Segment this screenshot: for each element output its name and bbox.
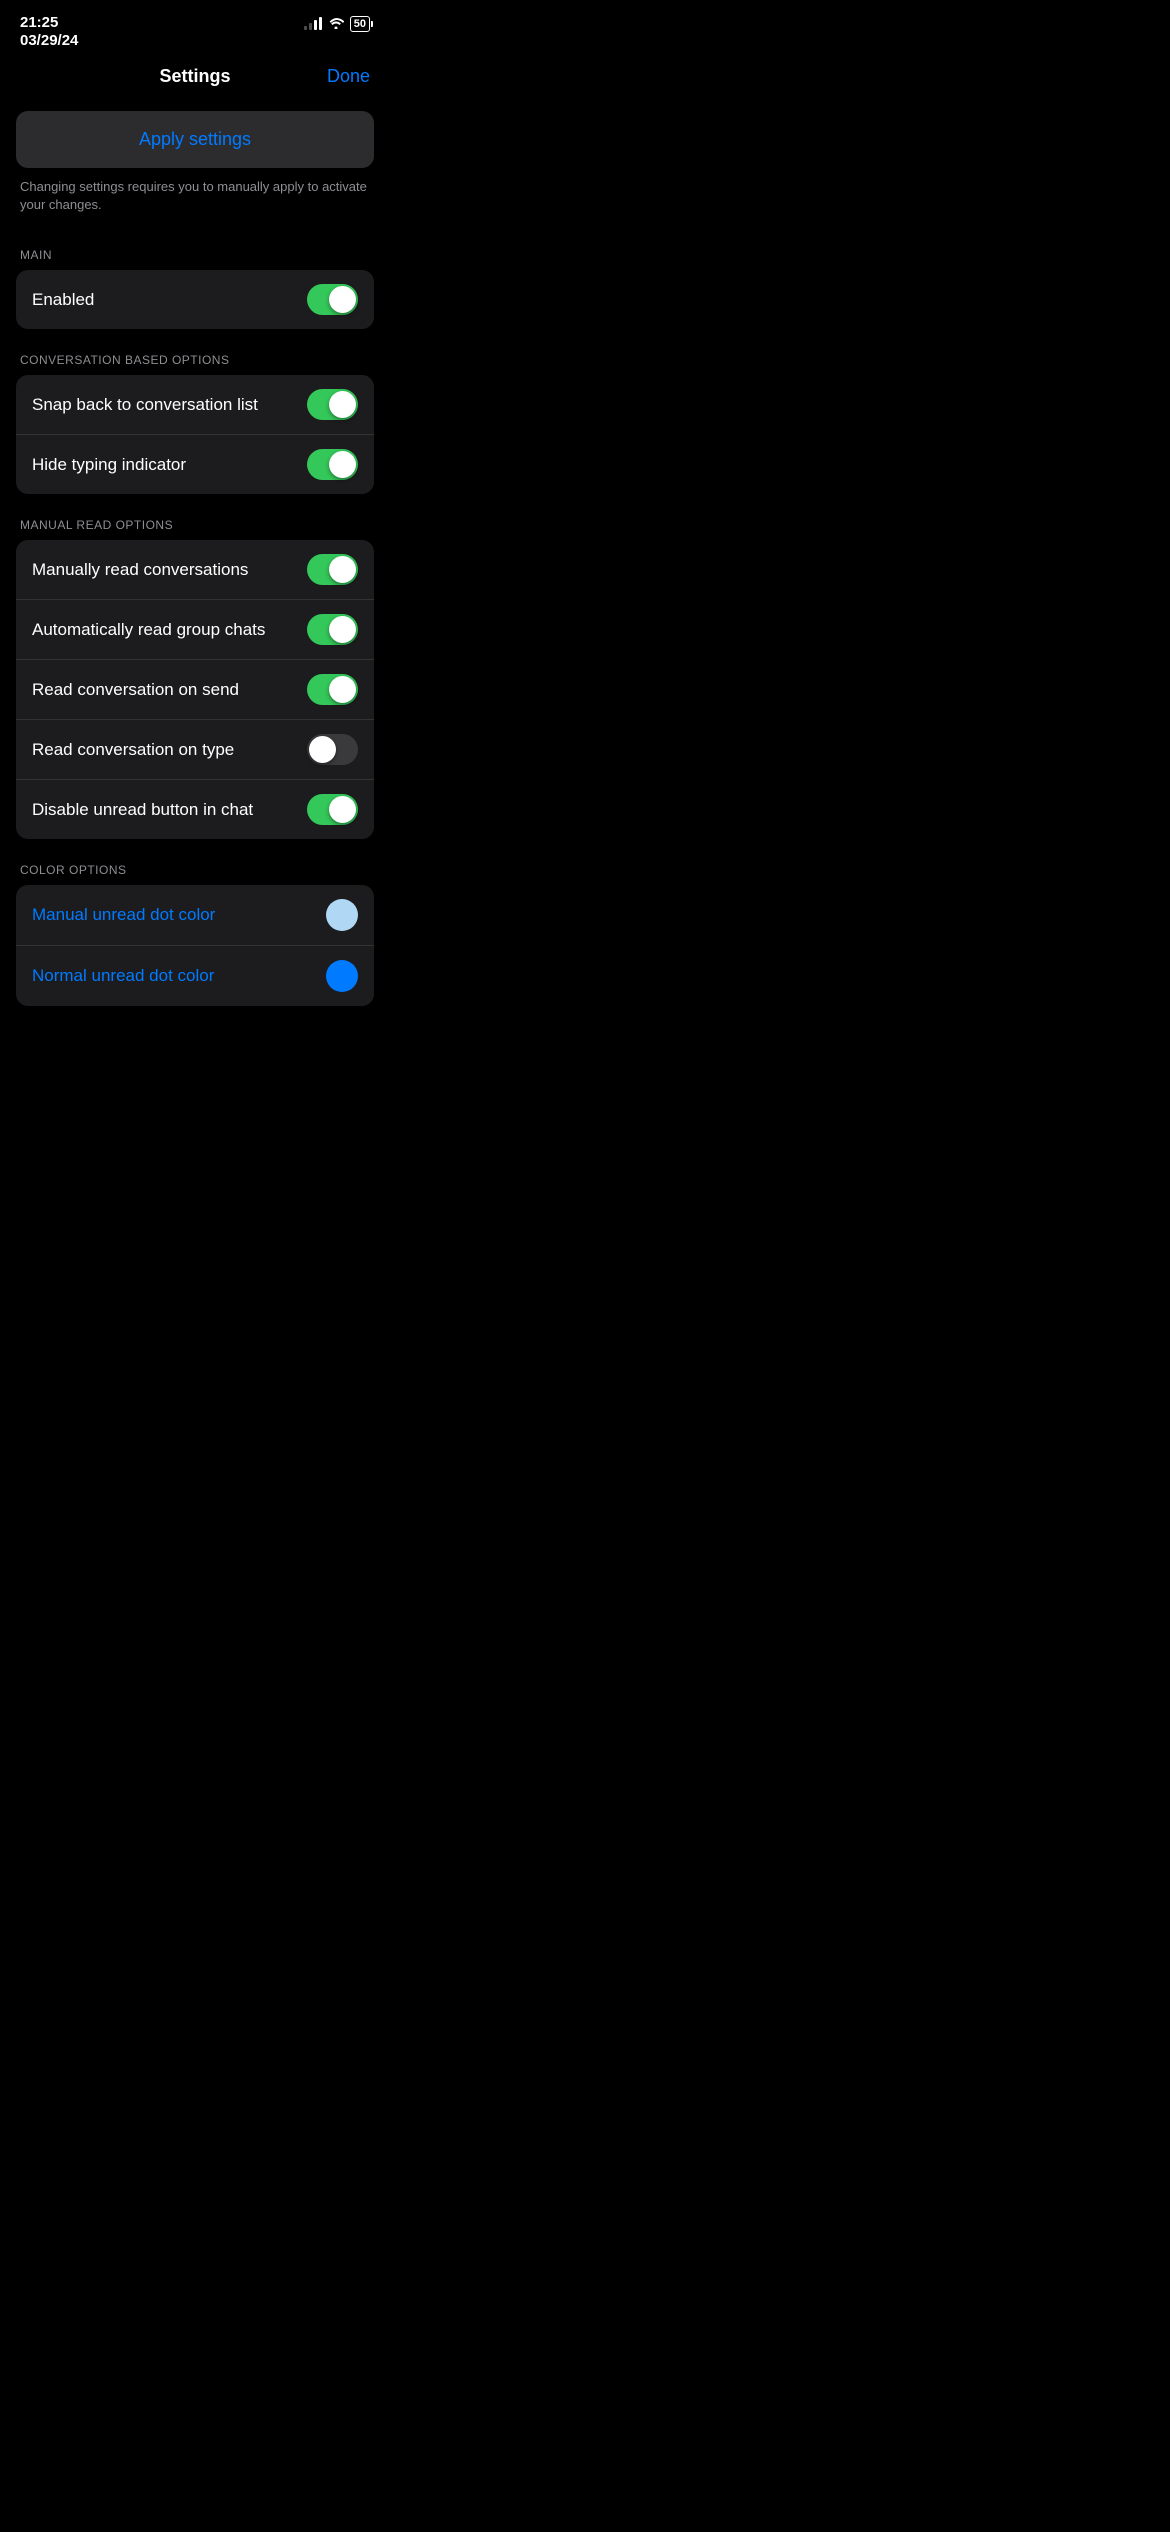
- row-label-normal-dot-color: Normal unread dot color: [32, 966, 214, 986]
- settings-row-hide-typing[interactable]: Hide typing indicator: [16, 435, 374, 494]
- settings-row-read-type[interactable]: Read conversation on type: [16, 720, 374, 780]
- battery-level: 50: [350, 16, 370, 32]
- toggle-knob-hide-typing: [329, 451, 356, 478]
- apply-description: Changing settings requires you to manual…: [16, 178, 374, 214]
- toggle-disable-unread[interactable]: [307, 794, 358, 825]
- settings-row-manual-dot-color[interactable]: Manual unread dot color: [16, 885, 374, 946]
- row-label-manually-read: Manually read conversations: [32, 560, 248, 580]
- section-label-0: MAIN: [16, 248, 374, 262]
- settings-group-1: Snap back to conversation list Hide typin…: [16, 375, 374, 494]
- settings-group-3: Manual unread dot color Normal unread dot…: [16, 885, 374, 1006]
- toggle-hide-typing[interactable]: [307, 449, 358, 480]
- toggle-knob-enabled: [329, 286, 356, 313]
- nav-bar: Settings Done: [0, 56, 390, 101]
- status-bar: 21:25 03/29/24 50: [0, 0, 390, 56]
- toggle-read-type[interactable]: [307, 734, 358, 765]
- toggle-knob-read-type: [309, 736, 336, 763]
- color-dot-normal-dot-color[interactable]: [326, 960, 358, 992]
- settings-row-manually-read[interactable]: Manually read conversations: [16, 540, 374, 600]
- toggle-knob-read-send: [329, 676, 356, 703]
- row-label-read-type: Read conversation on type: [32, 740, 234, 760]
- signal-icon: [304, 18, 322, 30]
- status-icons: 50: [304, 14, 370, 32]
- row-label-hide-typing: Hide typing indicator: [32, 455, 186, 475]
- color-dot-manual-dot-color[interactable]: [326, 899, 358, 931]
- toggle-auto-group[interactable]: [307, 614, 358, 645]
- row-label-manual-dot-color: Manual unread dot color: [32, 905, 215, 925]
- section-label-1: CONVERSATION BASED OPTIONS: [16, 353, 374, 367]
- time: 21:25: [20, 14, 78, 32]
- page-title: Settings: [159, 66, 230, 87]
- battery-icon: 50: [350, 16, 370, 32]
- date: 03/29/24: [20, 32, 78, 50]
- toggle-knob-auto-group: [329, 616, 356, 643]
- toggle-enabled[interactable]: [307, 284, 358, 315]
- toggle-read-send[interactable]: [307, 674, 358, 705]
- status-time-block: 21:25 03/29/24: [20, 14, 78, 50]
- done-button[interactable]: Done: [327, 66, 370, 87]
- row-label-read-send: Read conversation on send: [32, 680, 239, 700]
- section-label-3: COLOR OPTIONS: [16, 863, 374, 877]
- row-label-enabled: Enabled: [32, 290, 94, 310]
- section-label-2: MANUAL READ OPTIONS: [16, 518, 374, 532]
- wifi-icon: [328, 17, 344, 32]
- row-label-disable-unread: Disable unread button in chat: [32, 800, 253, 820]
- toggle-snap-back[interactable]: [307, 389, 358, 420]
- settings-group-2: Manually read conversations Automatically…: [16, 540, 374, 839]
- row-label-auto-group: Automatically read group chats: [32, 620, 265, 640]
- settings-row-normal-dot-color[interactable]: Normal unread dot color: [16, 946, 374, 1006]
- toggle-knob-disable-unread: [329, 796, 356, 823]
- row-label-snap-back: Snap back to conversation list: [32, 395, 258, 415]
- main-content: Apply settings Changing settings require…: [0, 101, 390, 248]
- settings-row-auto-group[interactable]: Automatically read group chats: [16, 600, 374, 660]
- toggle-manually-read[interactable]: [307, 554, 358, 585]
- toggle-knob-snap-back: [329, 391, 356, 418]
- settings-group-0: Enabled: [16, 270, 374, 329]
- apply-settings-button[interactable]: Apply settings: [16, 111, 374, 168]
- settings-row-enabled[interactable]: Enabled: [16, 270, 374, 329]
- toggle-knob-manually-read: [329, 556, 356, 583]
- settings-row-snap-back[interactable]: Snap back to conversation list: [16, 375, 374, 435]
- settings-row-read-send[interactable]: Read conversation on send: [16, 660, 374, 720]
- settings-row-disable-unread[interactable]: Disable unread button in chat: [16, 780, 374, 839]
